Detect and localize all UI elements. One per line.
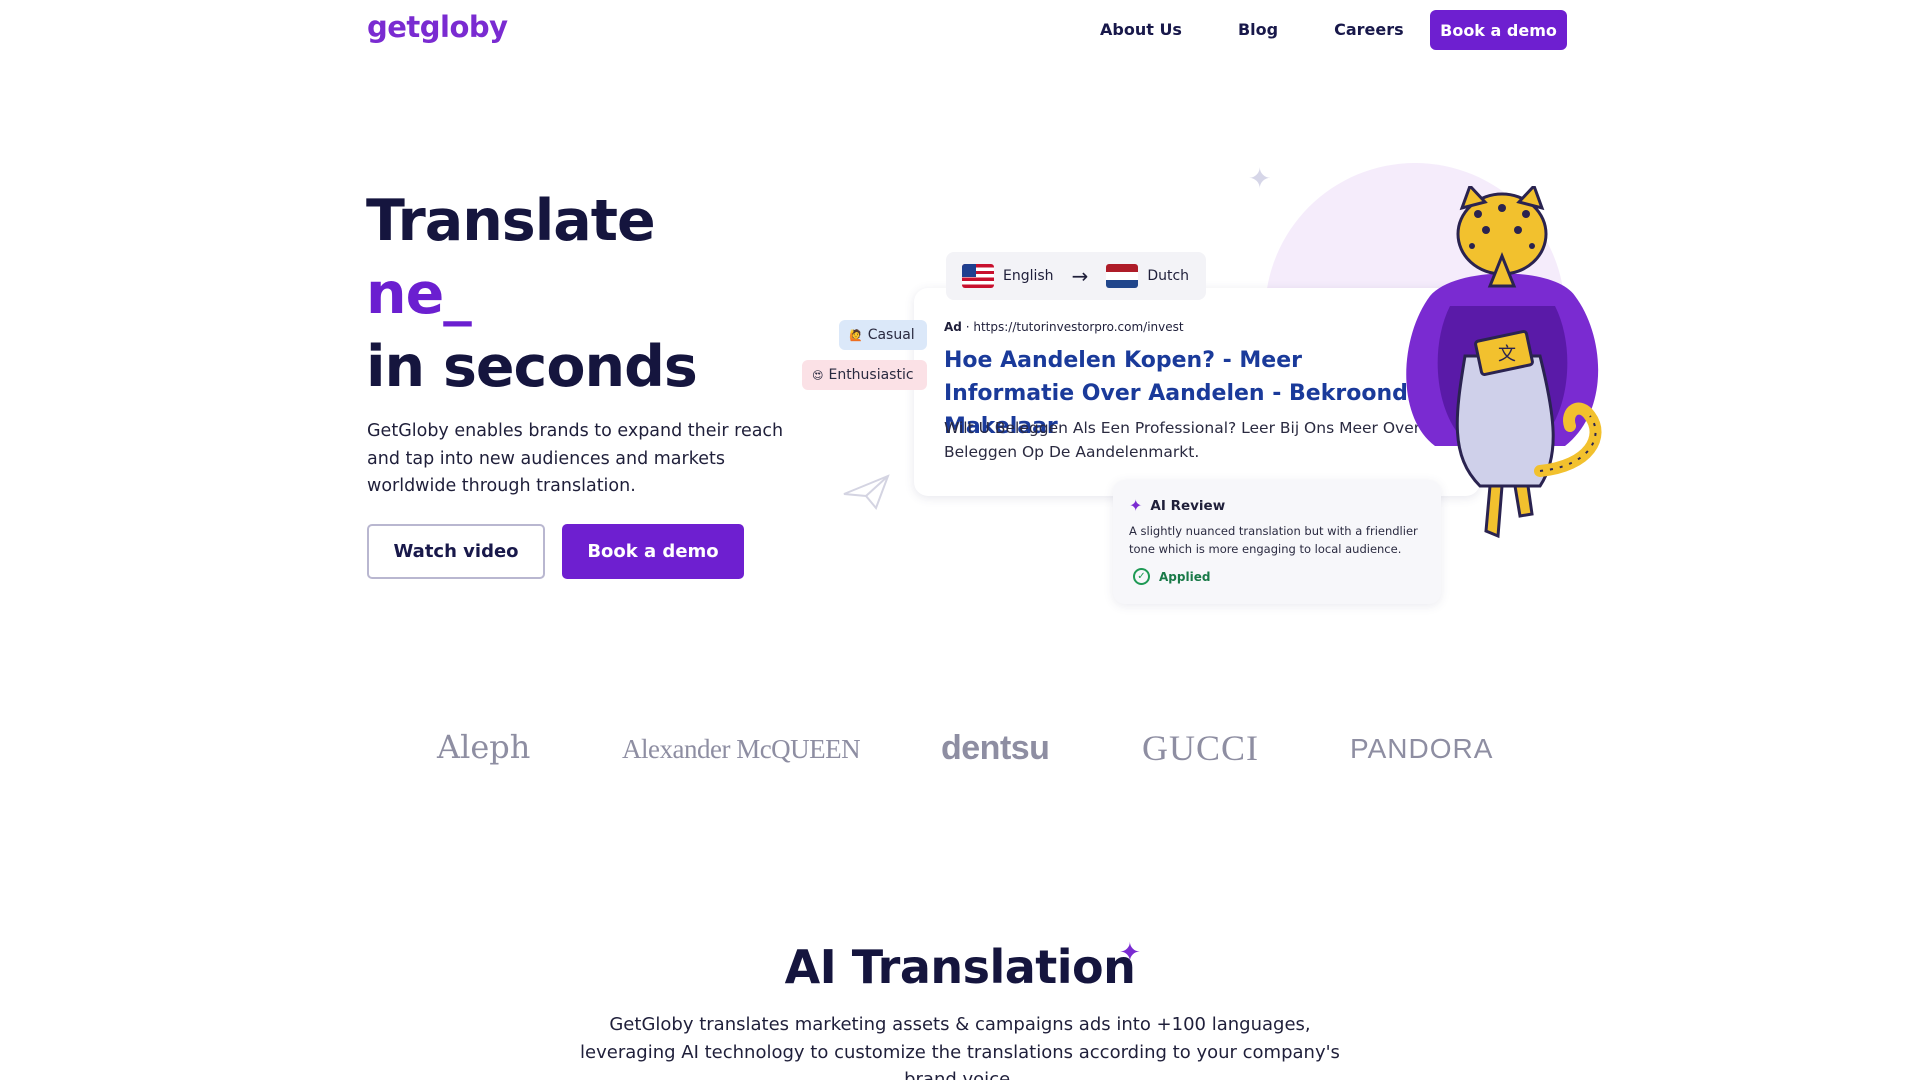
dentsu-logo: dentsu [941, 729, 1050, 767]
sparkle-icon: ✦ [1119, 938, 1141, 968]
hero-title: Translate ne_ in seconds [366, 185, 698, 404]
source-language: English [1003, 268, 1054, 284]
nav-links: About Us Blog Careers [1100, 20, 1460, 39]
ad-url: · https://tutorinvestorpro.com/invest [965, 320, 1184, 334]
ad-label: Ad [944, 320, 962, 334]
ai-review-header: ✦ AI Review [1129, 496, 1225, 515]
ai-translation-heading: AI Translation [784, 940, 1136, 994]
tone-chip-casual: 🙋 Casual [839, 320, 927, 350]
arrow-right-icon: → [1071, 264, 1089, 288]
top-nav: getgloby About Us Blog Careers Book a de… [0, 0, 1920, 62]
alexander-mcqueen-logo: Alexander McQUEEN [622, 734, 861, 764]
gucci-logo: GUCCI [1142, 728, 1260, 768]
nav-book-demo-button[interactable]: Book a demo [1430, 10, 1567, 50]
ad-meta: Ad · https://tutorinvestorpro.com/invest [944, 320, 1184, 334]
us-flag-icon [962, 264, 994, 288]
tone-label: Enthusiastic [828, 367, 914, 383]
hero-title-line-3: in seconds [366, 334, 698, 400]
nav-about-us-link[interactable]: About Us [1100, 20, 1182, 39]
hero-description: GetGloby enables brands to expand their … [367, 421, 784, 496]
ai-review-status: ✓ Applied [1133, 568, 1210, 585]
star-icon: ✦ [1248, 162, 1272, 195]
nav-careers-link[interactable]: Careers [1334, 20, 1404, 39]
paper-plane-icon [843, 474, 890, 510]
hero-book-demo-button[interactable]: Book a demo [562, 524, 744, 579]
enthusiastic-emoji-icon: 😍 [812, 368, 824, 382]
leopard-mascot-illustration: 文 [1406, 186, 1602, 539]
nl-flag-icon [1106, 264, 1139, 288]
tone-label: Casual [867, 327, 915, 343]
hero-title-typed-word: ne_ [366, 261, 472, 327]
ai-translation-description: GetGloby translates marketing assets & c… [580, 1014, 1340, 1080]
sparkle-icon: ✦ [1129, 496, 1143, 515]
ai-review-title: AI Review [1150, 497, 1226, 514]
watch-video-button[interactable]: Watch video [367, 524, 545, 579]
ad-description: Wilt U Beleggen Als Een Professional? Le… [944, 419, 1421, 461]
pandora-logo: PANDORA [1350, 733, 1494, 764]
check-circle-icon: ✓ [1133, 568, 1150, 585]
applied-label: Applied [1159, 569, 1211, 584]
getgloby-logo[interactable]: getgloby [367, 10, 508, 44]
svg-text:文: 文 [1498, 344, 1516, 365]
client-logos-row: Aleph Alexander McQUEEN dentsu GUCCI PAN… [0, 728, 1920, 778]
aleph-logo: Aleph [437, 728, 531, 766]
ai-review-body: A slightly nuanced translation but with … [1129, 524, 1418, 556]
target-language: Dutch [1147, 268, 1190, 284]
hero-title-line-1: Translate [366, 188, 656, 254]
casual-emoji-icon: 🙋 [849, 328, 863, 342]
language-selector-bar: English → Dutch [946, 252, 1206, 300]
tone-chip-enthusiastic: 😍 Enthusiastic [802, 360, 927, 390]
nav-blog-link[interactable]: Blog [1238, 20, 1278, 39]
